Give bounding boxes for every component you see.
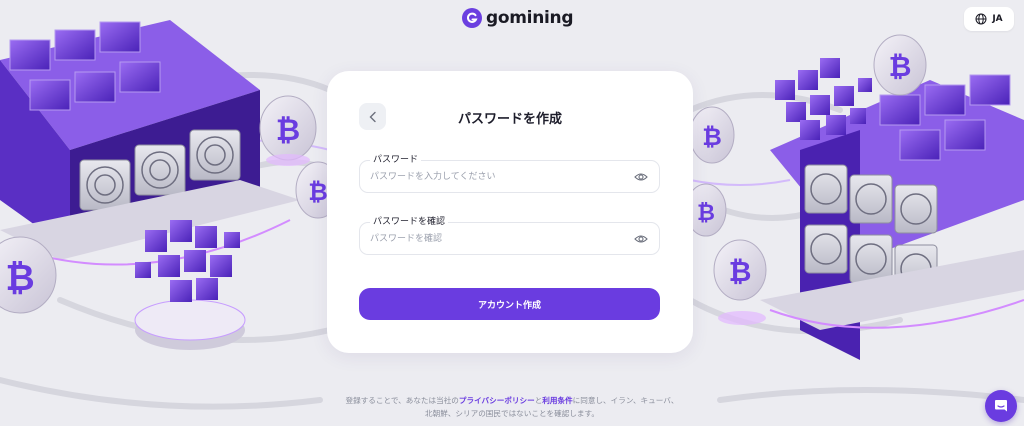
svg-text:₿: ₿	[702, 123, 722, 151]
terms-notice: 登録することで、あなたは当社のプライバシーポリシーと利用条件に同意し、イラン、キ…	[300, 394, 724, 420]
privacy-policy-link[interactable]: プライバシーポリシー	[459, 396, 535, 405]
svg-text:₿: ₿	[697, 201, 715, 226]
globe-icon	[975, 13, 987, 25]
left-miner-rig	[0, 20, 300, 266]
logo[interactable]: gomining	[462, 7, 574, 29]
svg-text:₿: ₿	[308, 178, 328, 206]
svg-text:₿: ₿	[729, 255, 752, 288]
create-password-card: パスワードを作成 パスワード パスワードを確認 アカウント作成	[327, 71, 693, 353]
chat-bubble-icon	[995, 400, 1007, 412]
terms-text-4: 北朝鮮、シリアの国民ではないことを確認します。	[425, 409, 599, 418]
password-visibility-toggle[interactable]	[633, 169, 649, 185]
page-title: パスワードを作成	[457, 112, 562, 127]
terms-text-3: に同意し、イラン、キューバ、	[572, 396, 679, 405]
terms-text-1: 登録することで、あなたは当社の	[345, 396, 459, 405]
password-input[interactable]	[370, 161, 620, 192]
confirm-password-field: パスワードを確認	[359, 216, 660, 255]
confirm-password-input[interactable]	[370, 223, 620, 254]
terms-of-use-link[interactable]: 利用条件	[542, 396, 572, 405]
language-label: JA	[992, 14, 1003, 24]
svg-text:₿: ₿	[5, 258, 34, 299]
password-field: パスワード	[359, 154, 660, 193]
gomining-logo-icon	[462, 8, 482, 28]
svg-text:₿: ₿	[276, 113, 300, 148]
support-chat-button[interactable]	[985, 390, 1017, 422]
svg-text:₿: ₿	[889, 50, 912, 83]
confirm-visibility-toggle[interactable]	[633, 231, 649, 247]
create-account-button[interactable]: アカウント作成	[359, 288, 660, 320]
eye-icon	[634, 173, 648, 181]
logo-text: gomining	[486, 8, 574, 28]
left-cube-cluster	[134, 220, 246, 350]
eye-icon	[634, 235, 648, 243]
language-selector[interactable]: JA	[964, 7, 1014, 31]
